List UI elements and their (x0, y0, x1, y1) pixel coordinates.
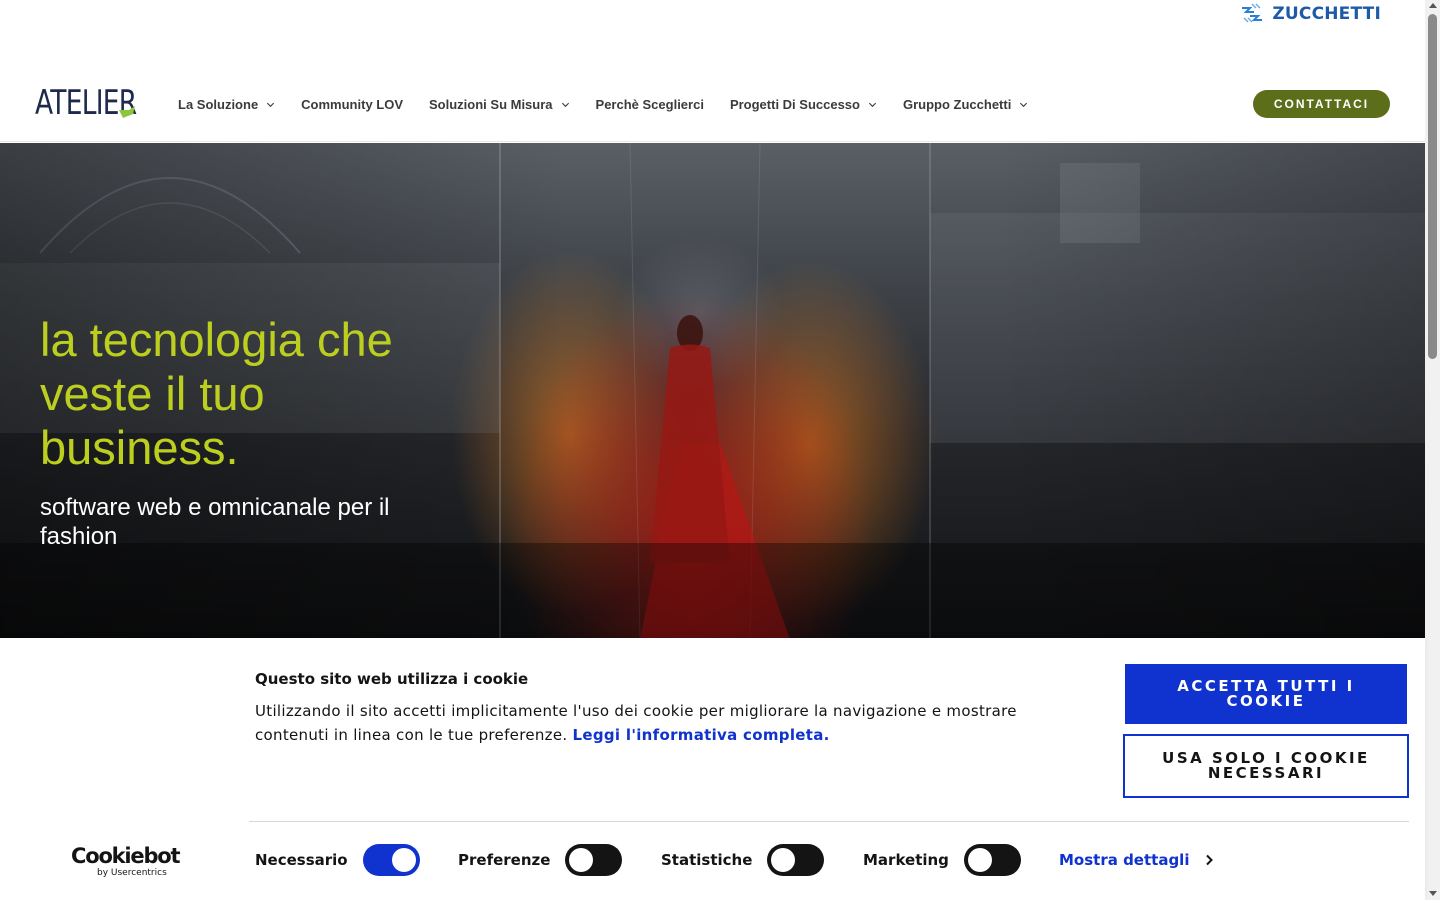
show-details-label: Mostra dettagli (1059, 851, 1190, 869)
nav-item-label: Perchè Sceglierci (595, 96, 704, 112)
consent-statistiche: Statistiche (661, 844, 825, 876)
hero-subheadline: software web e omnicanale per il fashion (40, 494, 390, 550)
chevron-down-icon (267, 102, 275, 107)
cookiebot-logo[interactable]: Cookiebot by Usercentrics (71, 844, 181, 878)
main-navigation: La Soluzione Community LOV Soluzioni Su … (178, 66, 1054, 142)
scroll-down-arrow-icon[interactable] (1429, 891, 1437, 896)
privacy-policy-link[interactable]: Leggi l'informativa completa. (573, 726, 830, 744)
nav-item-community-lov[interactable]: Community LOV (301, 97, 403, 112)
nav-item-label: La Soluzione (178, 96, 259, 112)
toggle-necessario[interactable] (362, 844, 420, 876)
accept-all-cookies-button[interactable]: ACCETTA TUTTI I COOKIE (1125, 664, 1407, 724)
consent-label: Preferenze (458, 851, 551, 869)
necessary-cookies-only-button[interactable]: USA SOLO I COOKIE NECESSARI (1123, 734, 1409, 798)
zucchetti-logo[interactable]: ZUCCHETTI (1240, 2, 1381, 26)
page-scrollbar[interactable] (1425, 0, 1440, 900)
toggle-knob (569, 848, 594, 872)
nav-item-perche-sceglierci[interactable]: Perchè Sceglierci (596, 97, 704, 112)
cookiebot-logo-name: Cookiebot (71, 844, 181, 868)
zucchetti-mark-icon (1242, 3, 1263, 23)
consent-marketing: Marketing (863, 844, 1021, 876)
hero-headline: la tecnologia che veste il tuo business. (40, 313, 393, 474)
cookie-consent-banner: Questo sito web utilizza i cookie Utiliz… (0, 638, 1425, 900)
cookie-banner-title: Questo sito web utilizza i cookie (255, 670, 529, 688)
consent-label: Necessario (255, 851, 348, 869)
nav-item-gruppo-zucchetti[interactable]: Gruppo Zucchetti (903, 97, 1028, 112)
consent-label: Statistiche (661, 851, 753, 869)
toggle-statistiche[interactable] (767, 844, 825, 876)
toggle-marketing[interactable] (963, 844, 1021, 876)
site-header: ATELIER La Soluzione Community LOV Soluz… (0, 66, 1425, 142)
toggle-knob (967, 848, 992, 872)
atelier-logo[interactable]: ATELIER (35, 86, 165, 120)
consent-necessario: Necessario (255, 844, 420, 876)
cookie-banner-divider (249, 821, 1409, 822)
chevron-right-icon (1206, 854, 1214, 866)
leaf-icon (119, 106, 135, 118)
top-brand-strip: ZUCCHETTI (0, 0, 1425, 40)
nav-item-label: Gruppo Zucchetti (902, 96, 1012, 112)
cookiebot-logo-byline: by Usercentrics (97, 868, 167, 878)
zucchetti-logo-text: ZUCCHETTI (1272, 4, 1381, 24)
toggle-knob (391, 848, 416, 872)
nav-item-label: Soluzioni Su Misura (429, 96, 553, 112)
contattaci-button[interactable]: CONTATTACI (1253, 90, 1390, 118)
chevron-down-icon (868, 102, 877, 107)
chevron-down-icon (1020, 102, 1028, 107)
chevron-down-icon (561, 102, 569, 107)
nav-item-label: Community LOV (301, 96, 404, 112)
consent-label: Marketing (863, 851, 949, 869)
cookie-banner-text: Utilizzando il sito accetti implicitamen… (255, 699, 1065, 747)
toggle-knob (771, 848, 796, 872)
toggle-preferenze[interactable] (565, 844, 623, 876)
scroll-up-arrow-icon[interactable] (1429, 3, 1437, 8)
show-details-link[interactable]: Mostra dettagli (1059, 844, 1214, 876)
consent-preferenze: Preferenze (458, 844, 623, 876)
hero-section: la tecnologia che veste il tuo business.… (0, 143, 1425, 639)
nav-item-la-soluzione[interactable]: La Soluzione (178, 97, 275, 112)
nav-item-soluzioni-su-misura[interactable]: Soluzioni Su Misura (429, 97, 570, 112)
nav-item-progetti-di-successo[interactable]: Progetti Di Successo (730, 97, 877, 112)
scrollbar-thumb[interactable] (1428, 14, 1437, 359)
nav-item-label: Progetti Di Successo (729, 96, 860, 112)
